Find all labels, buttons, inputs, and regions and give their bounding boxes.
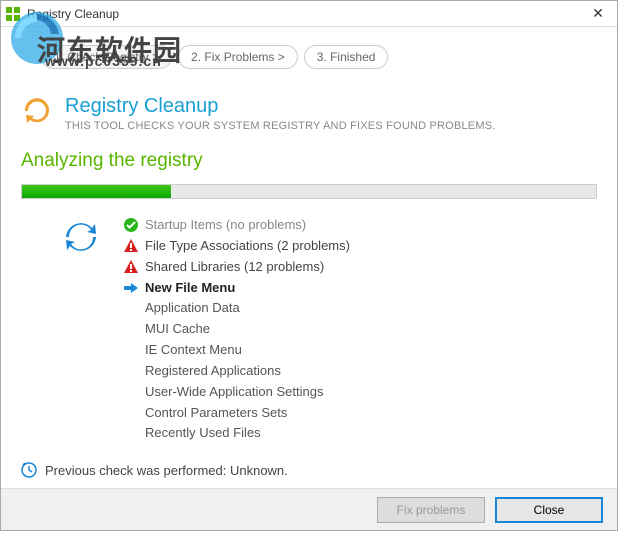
list-item: Recently Used Files <box>123 423 597 444</box>
item-label: MUI Cache <box>145 320 210 339</box>
item-label: Recently Used Files <box>145 424 261 443</box>
checkmark-icon <box>123 217 139 233</box>
list-item: User-Wide Application Settings <box>123 382 597 403</box>
list-item: Application Data <box>123 298 597 319</box>
step-finished[interactable]: 3. Finished <box>304 45 389 69</box>
progress-fill <box>22 185 171 198</box>
status-heading: Analyzing the registry <box>1 136 617 178</box>
item-label: Application Data <box>145 299 240 318</box>
list-item: MUI Cache <box>123 319 597 340</box>
wizard-steps: 1. Check Registry > 2. Fix Problems > 3.… <box>1 27 617 79</box>
item-label: User-Wide Application Settings <box>145 383 323 402</box>
item-label: IE Context Menu <box>145 341 242 360</box>
analysis-panel: Startup Items (no problems) File Type As… <box>1 211 617 454</box>
arrow-right-icon <box>123 280 139 296</box>
item-label: Startup Items (no problems) <box>145 216 306 235</box>
item-label: Control Parameters Sets <box>145 404 287 423</box>
page-subtitle: THIS TOOL CHECKS YOUR SYSTEM REGISTRY AN… <box>65 120 496 132</box>
titlebar: Registry Cleanup ✕ <box>1 1 617 27</box>
refresh-icon <box>63 219 99 255</box>
list-item: File Type Associations (2 problems) <box>123 236 597 257</box>
app-icon <box>5 6 21 22</box>
item-label: New File Menu <box>145 279 235 298</box>
check-items-list: Startup Items (no problems) File Type As… <box>123 215 597 444</box>
list-item: Registered Applications <box>123 361 597 382</box>
step-fix-problems[interactable]: 2. Fix Problems > <box>178 45 298 69</box>
warning-icon <box>123 238 139 254</box>
progress-bar <box>21 184 597 199</box>
fix-problems-button[interactable]: Fix problems <box>377 497 485 523</box>
clock-icon <box>21 462 37 478</box>
close-icon[interactable]: ✕ <box>583 3 613 25</box>
item-label: File Type Associations (2 problems) <box>145 237 350 256</box>
list-item: Shared Libraries (12 problems) <box>123 257 597 278</box>
list-item-current: New File Menu <box>123 278 597 299</box>
step-check-registry[interactable]: 1. Check Registry > <box>41 45 172 69</box>
item-label: Shared Libraries (12 problems) <box>145 258 324 277</box>
list-item: Control Parameters Sets <box>123 403 597 424</box>
page-header: Registry Cleanup THIS TOOL CHECKS YOUR S… <box>1 79 617 136</box>
registry-cleanup-icon <box>21 95 53 127</box>
previous-check-text: Previous check was performed: Unknown. <box>45 463 288 478</box>
window-title: Registry Cleanup <box>27 7 583 21</box>
list-item: IE Context Menu <box>123 340 597 361</box>
list-item: Startup Items (no problems) <box>123 215 597 236</box>
previous-check-info: Previous check was performed: Unknown. <box>21 462 288 478</box>
page-title: Registry Cleanup <box>65 95 496 118</box>
warning-icon <box>123 259 139 275</box>
item-label: Registered Applications <box>145 362 281 381</box>
close-button[interactable]: Close <box>495 497 603 523</box>
dialog-footer: Fix problems Close <box>1 488 617 530</box>
registry-cleanup-dialog: Registry Cleanup ✕ 河东软件园 www.pc0359.cn 1… <box>0 0 618 531</box>
